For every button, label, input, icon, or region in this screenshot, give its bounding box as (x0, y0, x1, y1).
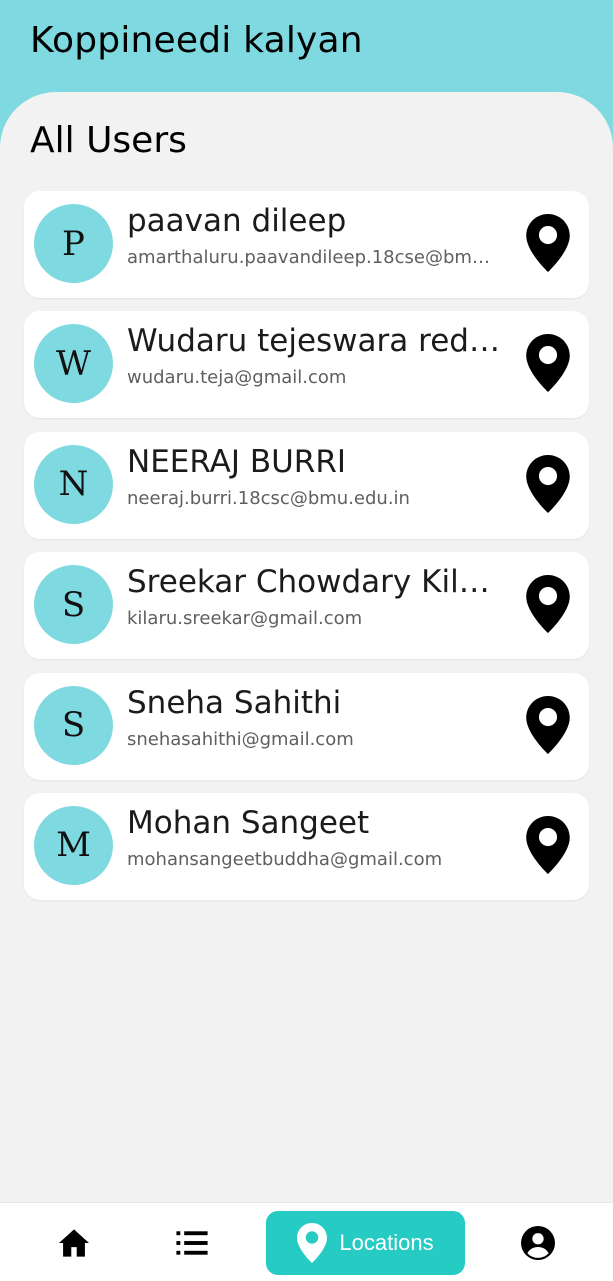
user-card[interactable]: W Wudaru tejeswara reddy wudaru.teja@gma… (24, 311, 589, 419)
user-name: Wudaru tejeswara reddy (127, 323, 501, 360)
header-title: Koppineedi kalyan (30, 20, 363, 61)
user-card[interactable]: S Sreekar Chowdary Kilaru kilaru.sreekar… (24, 552, 589, 660)
avatar: S (34, 685, 113, 765)
location-pin-icon[interactable] (525, 213, 571, 273)
avatar: N (34, 444, 113, 524)
user-name: Sreekar Chowdary Kilaru (127, 564, 501, 601)
user-name: NEERAJ BURRI (127, 443, 347, 480)
location-pin-icon[interactable] (525, 333, 571, 393)
nav-locations-button[interactable]: Locations (266, 1211, 465, 1275)
nav-locations-label: Locations (339, 1230, 434, 1255)
location-pin-icon[interactable] (525, 695, 571, 755)
page-title: All Users (30, 120, 187, 161)
user-email: amarthaluru.paavandileep.18cse@bmu.edu.i… (127, 247, 501, 268)
nav-profile-button[interactable] (508, 1211, 568, 1275)
nav-list-button[interactable] (162, 1211, 222, 1275)
list-icon (176, 1231, 208, 1255)
user-name: paavan dileep (127, 203, 347, 239)
user-card[interactable]: S Sneha Sahithi snehasahithi@gmail.com (24, 672, 589, 780)
avatar: P (34, 204, 113, 283)
main-panel: All Users P paavan dileep amarthaluru.pa… (0, 92, 613, 1202)
user-email: mohansangeetbuddha@gmail.com (127, 848, 443, 870)
user-email: kilaru.sreekar@gmail.com (127, 608, 363, 630)
user-email: snehasahithi@gmail.com (127, 728, 354, 750)
user-card[interactable]: M Mohan Sangeet mohansangeetbuddha@gmail… (24, 792, 589, 900)
user-email: neeraj.burri.18csc@bmu.edu.in (127, 487, 410, 509)
nav-home-button[interactable] (44, 1211, 104, 1275)
user-name: Mohan Sangeet (127, 804, 370, 841)
avatar: M (34, 805, 113, 885)
avatar: W (34, 324, 113, 404)
user-card[interactable]: P paavan dileep amarthaluru.paavandileep… (24, 191, 589, 298)
location-pin-icon[interactable] (525, 815, 571, 875)
user-name: Sneha Sahithi (127, 684, 342, 721)
location-pin-icon (297, 1223, 328, 1263)
account-circle-icon (521, 1226, 555, 1260)
location-pin-icon[interactable] (525, 574, 571, 634)
home-icon (59, 1229, 89, 1257)
user-card[interactable]: N NEERAJ BURRI neeraj.burri.18csc@bmu.ed… (24, 431, 589, 539)
avatar: S (34, 565, 113, 645)
location-pin-icon[interactable] (525, 454, 571, 514)
bottom-nav: Locations (0, 1202, 613, 1281)
user-email: wudaru.teja@gmail.com (127, 367, 347, 389)
user-list: P paavan dileep amarthaluru.paavandileep… (24, 191, 589, 913)
